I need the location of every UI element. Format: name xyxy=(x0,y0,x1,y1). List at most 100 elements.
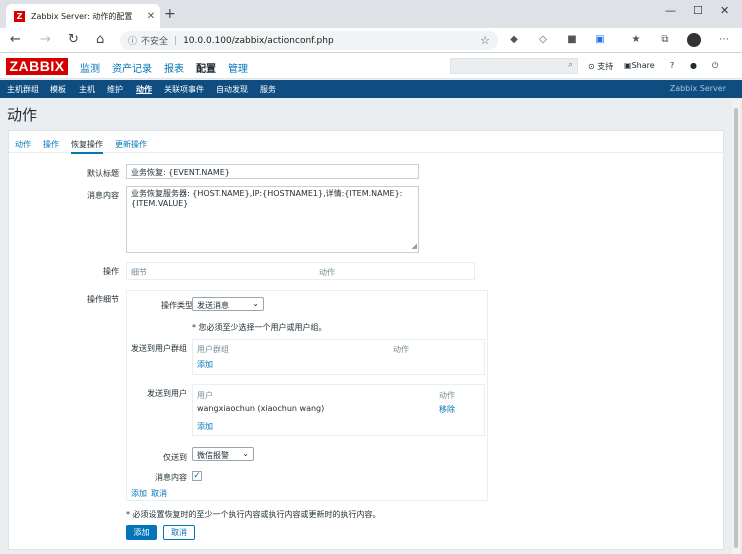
form-tabs: 动作 操作 恢复操作 更新操作 xyxy=(9,131,725,154)
send-only-label: 仅送到 xyxy=(163,453,187,462)
message-label: 消息内容 xyxy=(87,191,119,200)
sub-menu: 主机群组 模板 主机 维护 动作 关联项事件 自动发现 服务 Zabbix Se… xyxy=(0,80,742,98)
sub-menu-maintenance[interactable]: 维护 xyxy=(107,84,123,95)
send-to-groups-label: 发送到用户群组 xyxy=(131,344,187,353)
browser-tab[interactable]: Z Zabbix Server: 动作的配置 ✕ xyxy=(6,4,160,28)
send-only-select[interactable]: 微信报警 ⌄ xyxy=(192,447,254,461)
operations-label: 操作 xyxy=(103,267,119,276)
sub-menu-actions[interactable]: 动作 xyxy=(136,84,152,95)
home-icon[interactable]: ⌂ xyxy=(96,32,104,47)
window-close-icon[interactable]: ✕ xyxy=(720,4,729,17)
share-link[interactable]: ▣Share xyxy=(624,61,655,70)
search-input[interactable]: ⌕ xyxy=(450,58,578,74)
users-table: 用户 动作 wangxiaochun (xiaochun wang) 移除 添加 xyxy=(192,384,485,436)
support-link[interactable]: ⊙ 支持 xyxy=(588,61,613,72)
users-col-user: 用户 xyxy=(197,391,213,400)
main-menu: 监测 资产记录 报表 配置 管理 xyxy=(80,60,260,75)
browser-tabbar: Z Zabbix Server: 动作的配置 ✕ + — ☐ ✕ xyxy=(0,0,742,28)
sub-menu-services[interactable]: 服务 xyxy=(260,84,276,95)
sub-menu-templates[interactable]: 模板 xyxy=(50,84,66,95)
add-user-link[interactable]: 添加 xyxy=(197,421,213,432)
close-tab-icon[interactable]: ✕ xyxy=(144,11,158,22)
groups-col-action: 动作 xyxy=(393,345,409,354)
op-add-link[interactable]: 添加 xyxy=(131,488,147,499)
tab-operations[interactable]: 操作 xyxy=(43,139,59,150)
new-tab-button[interactable]: + xyxy=(164,6,176,22)
op-cancel-link[interactable]: 取消 xyxy=(151,488,167,499)
message-text: 业务恢复服务器: {HOST.NAME},IP:{HOSTNAME1},详情:{… xyxy=(131,189,403,208)
op-warning: * 您必须至少选择一个用户或用户组。 xyxy=(192,323,327,332)
extension-icon-1[interactable]: ◆ xyxy=(508,34,520,46)
forward-icon[interactable]: → xyxy=(40,32,51,47)
tab-update-operations[interactable]: 更新操作 xyxy=(115,139,147,150)
zabbix-logo[interactable]: ZABBIX xyxy=(6,58,68,75)
profile-avatar[interactable] xyxy=(687,33,701,47)
favorite-star-icon[interactable]: ☆ xyxy=(480,34,490,47)
op-type-value: 发送消息 xyxy=(197,301,229,310)
extension-icon-2[interactable]: ◇ xyxy=(537,34,549,46)
zabbix-header: ZABBIX 监测 资产记录 报表 配置 管理 ⌕ ⊙ 支持 ▣Share ? … xyxy=(0,53,742,79)
send-only-value: 微信报警 xyxy=(197,451,229,460)
message-content-checkbox[interactable]: ✓ xyxy=(192,471,202,481)
add-group-link[interactable]: 添加 xyxy=(197,359,213,370)
more-menu-icon[interactable]: ⋯ xyxy=(718,34,730,46)
extension-icon-4[interactable]: ▣ xyxy=(594,34,606,46)
zabbix-favicon-icon: Z xyxy=(14,10,25,22)
info-icon[interactable]: ⓘ xyxy=(128,34,137,47)
groups-col-group: 用户群组 xyxy=(197,345,229,354)
op-type-select[interactable]: 发送消息 ⌄ xyxy=(192,297,264,311)
tab-recovery-operations[interactable]: 恢复操作 xyxy=(71,139,103,154)
op-type-label: 操作类型 xyxy=(161,301,193,310)
page-scrollbar[interactable] xyxy=(732,100,740,554)
add-button[interactable]: 添加 xyxy=(126,525,157,540)
logout-icon[interactable]: ⏻ xyxy=(712,61,718,71)
main-menu-inventory[interactable]: 资产记录 xyxy=(112,60,152,75)
sub-menu-host-groups[interactable]: 主机群组 xyxy=(7,84,39,95)
maximize-icon[interactable]: ☐ xyxy=(693,4,703,17)
extension-icon-3[interactable]: ■ xyxy=(566,34,578,46)
url-separator: | xyxy=(174,35,178,46)
tab-action[interactable]: 动作 xyxy=(15,139,31,150)
main-menu-configuration[interactable]: 配置 xyxy=(196,60,216,75)
footer-warning: * 必须设置恢复时的至少一个执行内容或执行内容或更新时的执行内容。 xyxy=(126,510,381,519)
message-content-label: 消息内容 xyxy=(155,473,187,482)
insecure-label: 不安全 xyxy=(141,37,169,47)
page-title: 动作 xyxy=(7,106,38,124)
action-form-panel: 动作 操作 恢复操作 更新操作 默认标题 业务恢复: {EVENT.NAME} … xyxy=(8,130,725,550)
operations-table: 细节 动作 xyxy=(126,262,475,280)
url-text[interactable]: 10.0.0.100/zabbix/actionconf.php xyxy=(183,36,480,46)
main-menu-reports[interactable]: 报表 xyxy=(164,60,184,75)
url-bar[interactable]: ⓘ 不安全 | 10.0.0.100/zabbix/actionconf.php… xyxy=(120,31,498,50)
address-bar-row: ← → ↻ ⌂ ⓘ 不安全 | 10.0.0.100/zabbix/action… xyxy=(0,28,742,53)
send-to-users-label: 发送到用户 xyxy=(147,389,187,398)
message-textarea[interactable]: 业务恢复服务器: {HOST.NAME},IP:{HOSTNAME1},详情:{… xyxy=(126,186,419,253)
sub-menu-discovery[interactable]: 自动发现 xyxy=(216,84,248,95)
support-label: 支持 xyxy=(597,62,614,71)
users-col-action: 动作 xyxy=(439,391,455,400)
minimize-icon[interactable]: — xyxy=(665,4,676,17)
sub-menu-correlation[interactable]: 关联项事件 xyxy=(164,84,204,95)
collections-icon[interactable]: ⧉ xyxy=(659,34,671,46)
main-menu-administration[interactable]: 管理 xyxy=(228,60,248,75)
default-subject-input[interactable]: 业务恢复: {EVENT.NAME} xyxy=(126,164,419,179)
operation-details-box: 操作类型 发送消息 ⌄ * 您必须至少选择一个用户或用户组。 发送到用户群组 用户… xyxy=(126,290,488,501)
sub-menu-hosts[interactable]: 主机 xyxy=(79,84,95,95)
user-groups-table: 用户群组 动作 添加 xyxy=(192,339,485,375)
main-menu-monitoring[interactable]: 监测 xyxy=(80,60,100,75)
scrollbar-thumb[interactable] xyxy=(734,108,738,548)
user-profile-icon[interactable]: ● xyxy=(690,61,697,70)
cancel-button[interactable]: 取消 xyxy=(163,525,195,540)
back-icon[interactable]: ← xyxy=(10,32,21,47)
help-icon[interactable]: ? xyxy=(670,61,674,70)
remove-user-link[interactable]: 移除 xyxy=(439,404,455,415)
tab-title: Zabbix Server: 动作的配置 xyxy=(31,11,133,21)
chevron-down-icon: ⌄ xyxy=(242,449,249,458)
server-name: Zabbix Server xyxy=(669,84,726,93)
resize-grip-icon[interactable]: ◢ xyxy=(412,241,417,251)
reload-icon[interactable]: ↻ xyxy=(68,32,79,47)
operations-col-action: 动作 xyxy=(319,268,335,277)
favorites-icon[interactable]: ★ xyxy=(630,34,642,46)
user-row-name: wangxiaochun (xiaochun wang) xyxy=(197,404,325,413)
search-icon[interactable]: ⌕ xyxy=(568,60,573,70)
chevron-down-icon: ⌄ xyxy=(252,299,259,308)
